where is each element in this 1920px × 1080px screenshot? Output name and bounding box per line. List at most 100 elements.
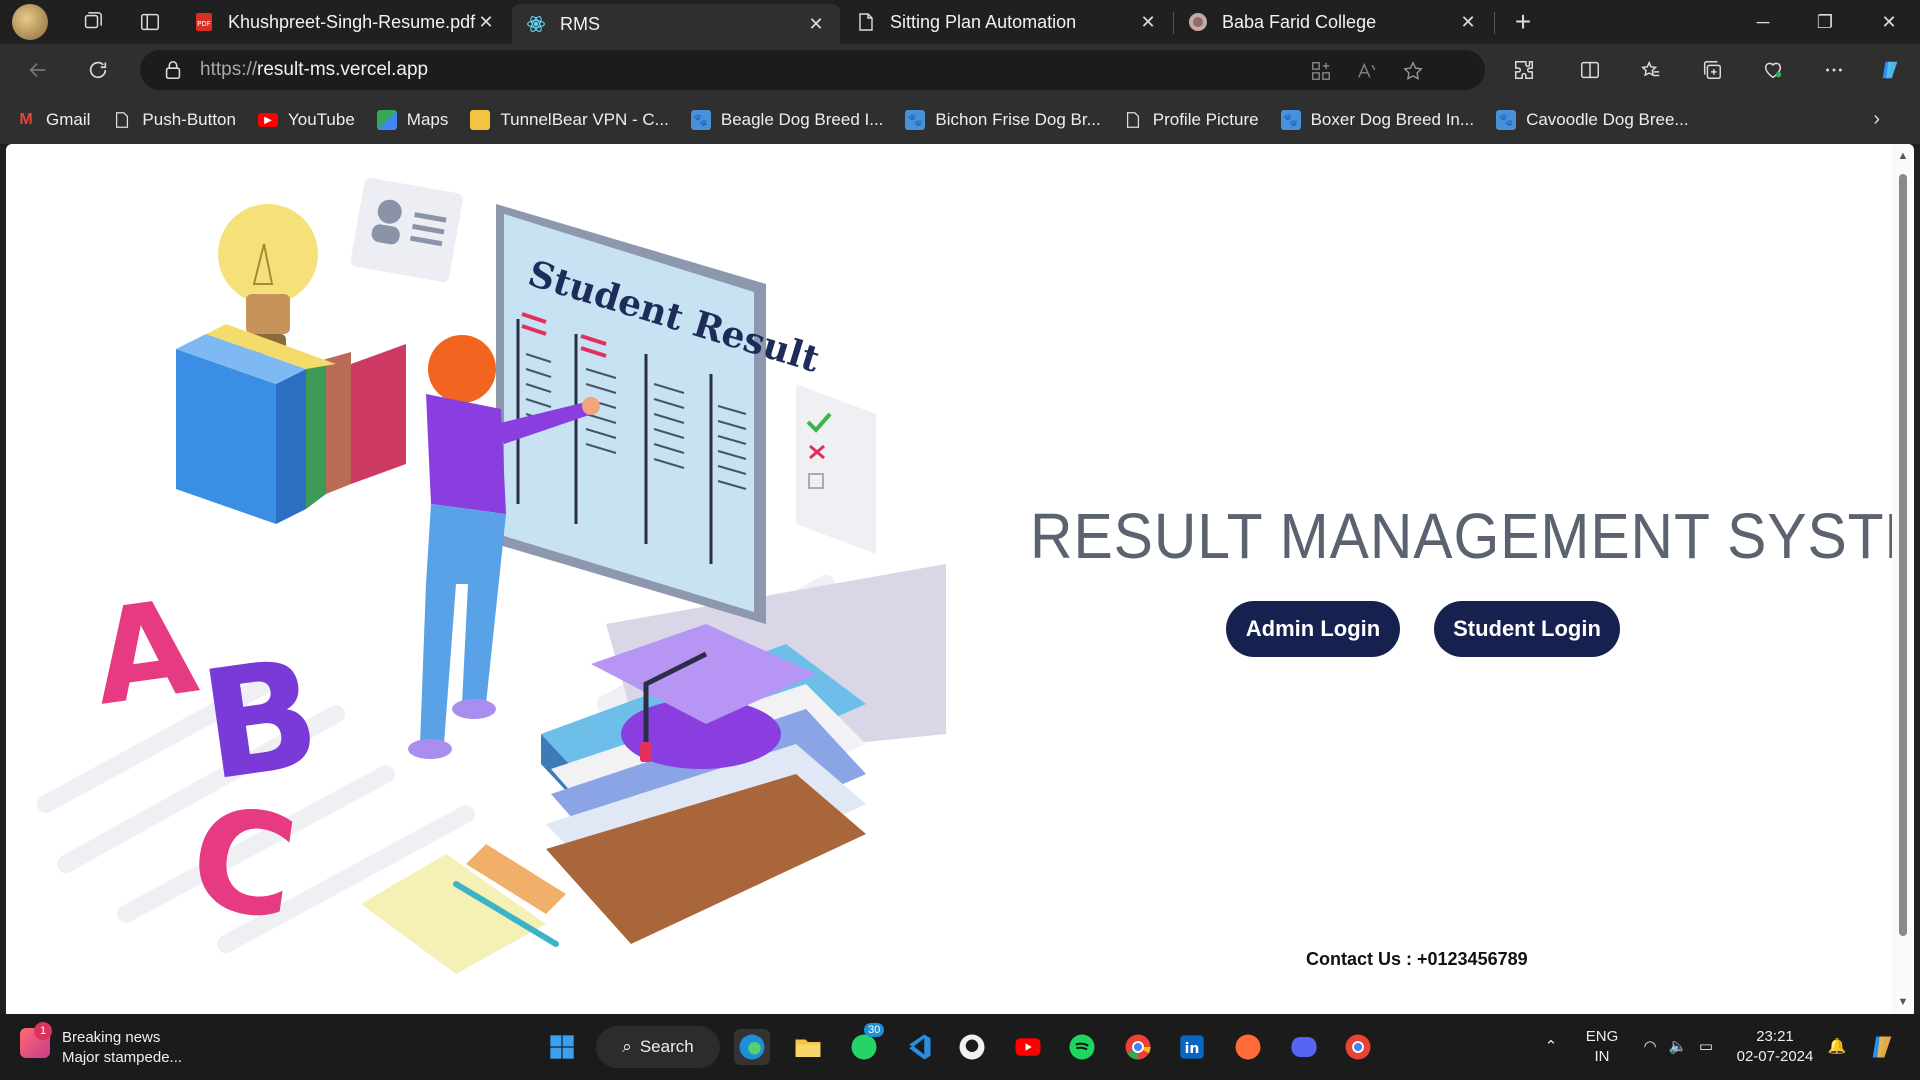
taskbar-search[interactable]: ⌕ Search: [596, 1026, 720, 1068]
notification-bell-icon[interactable]: 🔔: [1822, 1014, 1852, 1080]
reload-button[interactable]: [80, 52, 116, 88]
paw-icon: 🐾: [690, 110, 711, 130]
volume-icon[interactable]: 🔈: [1664, 1014, 1692, 1080]
linkedin-icon[interactable]: in: [1174, 1029, 1210, 1065]
close-icon[interactable]: ✕: [806, 14, 826, 34]
bookmark-tunnelbear[interactable]: TunnelBear VPN - C...: [470, 110, 669, 130]
bookmark-label: Boxer Dog Breed In...: [1310, 110, 1475, 129]
url-text[interactable]: https://result-ms.vercel.app: [200, 59, 428, 81]
clock-date: 02-07-2024: [1736, 1048, 1814, 1065]
scroll-up-icon[interactable]: ▲: [1897, 150, 1909, 162]
browser-essentials-icon[interactable]: [1757, 54, 1789, 86]
spotify-icon[interactable]: [1064, 1029, 1100, 1065]
maps-icon: [376, 110, 397, 130]
bookmark-boxer[interactable]: 🐾 Boxer Dog Breed In...: [1280, 110, 1475, 130]
books-with-cap: [541, 624, 866, 944]
news-icon: 1: [20, 1022, 52, 1058]
restore-button[interactable]: ❐: [1794, 0, 1856, 44]
scroll-down-icon[interactable]: ▼: [1897, 996, 1909, 1008]
copilot-icon[interactable]: [1874, 54, 1906, 86]
admin-login-button[interactable]: Admin Login: [1226, 601, 1400, 657]
paw-icon: 🐾: [905, 110, 926, 130]
close-icon[interactable]: ✕: [1138, 12, 1158, 32]
bookmark-beagle[interactable]: 🐾 Beagle Dog Breed I...: [690, 110, 884, 130]
close-window-button[interactable]: ✕: [1858, 0, 1920, 44]
bookmark-profile-picture[interactable]: Profile Picture: [1123, 110, 1259, 130]
search-icon: ⌕: [622, 1037, 632, 1056]
github-icon[interactable]: [954, 1029, 990, 1065]
svg-text:in: in: [1185, 1041, 1200, 1057]
back-button[interactable]: [20, 52, 56, 88]
tab-baba-farid-college[interactable]: Baba Farid College ✕: [1174, 4, 1492, 40]
extensions-icon[interactable]: [1508, 54, 1540, 86]
bookmark-push-button[interactable]: Push-Button: [112, 110, 236, 130]
whatsapp-icon[interactable]: 30: [846, 1023, 885, 1065]
copilot-taskbar-icon[interactable]: [1862, 1014, 1902, 1080]
news-title: Breaking news: [62, 1029, 161, 1046]
chrome-profile-icon[interactable]: [1340, 1029, 1376, 1065]
more-options-icon[interactable]: [1818, 54, 1850, 86]
bookmark-youtube[interactable]: ▶ YouTube: [257, 110, 355, 130]
app-available-icon[interactable]: [1308, 58, 1334, 84]
battery-icon[interactable]: ▭: [1692, 1014, 1720, 1080]
workspaces-icon[interactable]: [70, 0, 114, 44]
vertical-tabs-icon[interactable]: [128, 0, 172, 44]
hero-illustration: Student Result A B C: [37, 177, 946, 974]
paw-icon: 🐾: [1280, 110, 1301, 130]
bookmark-maps[interactable]: Maps: [376, 110, 448, 130]
page-title: RESULT MANAGEMENT SYSTEM: [1030, 500, 1914, 572]
react-icon: [526, 14, 546, 34]
file-explorer-icon[interactable]: [790, 1029, 826, 1065]
chevron-right-icon[interactable]: ›: [1873, 108, 1880, 131]
whatsapp-badge: 30: [864, 1023, 885, 1037]
tab-rms[interactable]: RMS ✕: [512, 4, 840, 44]
checklist-icon: [796, 384, 876, 554]
new-tab-button[interactable]: +: [1505, 6, 1541, 38]
discord-icon[interactable]: [1286, 1029, 1322, 1065]
scrollbar-thumb[interactable]: [1899, 174, 1907, 936]
bookmark-bichon[interactable]: 🐾 Bichon Frise Dog Br...: [905, 110, 1101, 130]
news-widget[interactable]: 1 Breaking news Major stampede...: [20, 1022, 183, 1068]
books-stack: [176, 324, 406, 524]
edge-icon[interactable]: [734, 1029, 770, 1065]
page-icon: [112, 110, 132, 130]
postman-icon[interactable]: [1230, 1029, 1266, 1065]
news-subtitle: Major stampede...: [62, 1049, 183, 1066]
tab-resume-pdf[interactable]: PDF Khushpreet-Singh-Resume.pdf ✕: [180, 4, 510, 40]
page-icon: [1123, 110, 1143, 130]
tunnelbear-icon: [470, 110, 491, 130]
read-aloud-icon[interactable]: [1354, 58, 1380, 84]
svg-text:A: A: [84, 570, 205, 735]
minimize-button[interactable]: ─: [1732, 0, 1794, 44]
contact-info: Contact Us : +0123456789: [1306, 949, 1528, 969]
tab-separator: [1494, 12, 1495, 34]
chevron-up-icon[interactable]: ⌃: [1536, 1014, 1566, 1080]
chrome-icon[interactable]: [1120, 1029, 1156, 1065]
lock-icon[interactable]: [162, 59, 184, 81]
language-indicator[interactable]: ENG IN: [1578, 1014, 1626, 1080]
profile-avatar[interactable]: [12, 4, 48, 40]
youtube-icon[interactable]: [1010, 1029, 1046, 1065]
address-bar[interactable]: https://result-ms.vercel.app: [140, 50, 1485, 90]
collections-icon[interactable]: [1696, 54, 1728, 86]
split-screen-icon[interactable]: [1574, 54, 1606, 86]
clock[interactable]: 23:21 02-07-2024: [1730, 1014, 1820, 1080]
bookmark-gmail[interactable]: M Gmail: [16, 110, 90, 130]
close-icon[interactable]: ✕: [1458, 12, 1478, 32]
windows-start-icon[interactable]: [544, 1029, 580, 1065]
wifi-icon[interactable]: ◠: [1636, 1014, 1664, 1080]
id-card-icon: [350, 177, 463, 282]
student-login-button[interactable]: Student Login: [1434, 601, 1620, 657]
page-icon: [856, 12, 876, 32]
bookmark-label: Beagle Dog Breed I...: [720, 110, 884, 129]
bookmark-cavoodle[interactable]: 🐾 Cavoodle Dog Bree...: [1496, 110, 1689, 130]
tab-sitting-plan[interactable]: Sitting Plan Automation ✕: [842, 4, 1172, 40]
vertical-scrollbar[interactable]: ▲ ▼: [1892, 144, 1914, 1014]
favorite-star-icon[interactable]: [1400, 58, 1426, 84]
youtube-icon: ▶: [257, 113, 278, 127]
lang-primary: ENG: [1585, 1028, 1619, 1045]
vscode-icon[interactable]: [900, 1029, 936, 1065]
lang-secondary: IN: [1594, 1048, 1610, 1065]
favorites-icon[interactable]: [1635, 54, 1667, 86]
close-icon[interactable]: ✕: [476, 12, 496, 32]
